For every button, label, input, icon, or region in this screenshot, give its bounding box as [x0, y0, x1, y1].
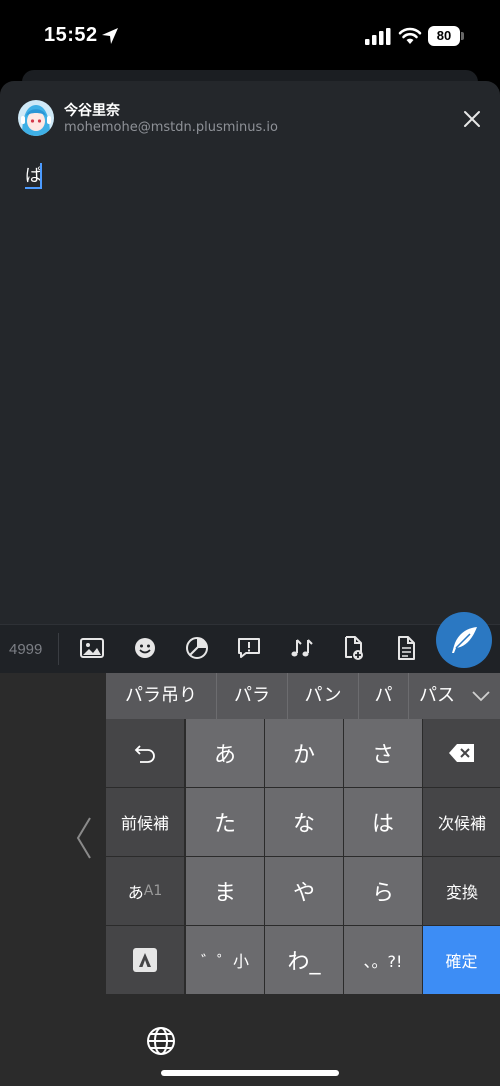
avatar[interactable] [18, 100, 54, 136]
chevron-down-icon[interactable] [462, 673, 500, 719]
kana-ma-key[interactable]: ま [186, 857, 264, 925]
chevron-left-icon[interactable] [70, 813, 98, 863]
kana-ra-key[interactable]: ら [344, 857, 422, 925]
dakuten-key[interactable]: ゛゜小 [186, 926, 264, 994]
add-file-icon[interactable] [340, 635, 366, 661]
kana-ya-key[interactable]: や [265, 857, 343, 925]
image-icon[interactable] [79, 635, 105, 661]
cellular-signal-icon [365, 28, 391, 45]
emoji-icon[interactable] [132, 635, 158, 661]
feather-icon [452, 627, 477, 653]
app-switch-key[interactable] [106, 926, 184, 994]
kana-sa-key[interactable]: さ [344, 719, 422, 787]
nsfw-icon[interactable] [184, 635, 210, 661]
candidate-item[interactable]: パラ [217, 673, 288, 719]
compose-sheet: 今谷里奈 mohemohe@mstdn.plusminus.io ぱ [0, 81, 500, 673]
delete-key[interactable] [423, 719, 500, 787]
prev-candidate-key[interactable]: 前候補 [106, 788, 184, 856]
kana-wa-key[interactable]: わ_ [265, 926, 343, 994]
music-icon[interactable] [289, 635, 315, 661]
poll-icon[interactable] [236, 635, 262, 661]
text-caret [40, 163, 42, 187]
input-mode-key[interactable]: あ A1 [106, 857, 184, 925]
convert-key[interactable]: 変換 [423, 857, 500, 925]
home-indicator[interactable] [161, 1070, 339, 1076]
undo-key[interactable] [106, 719, 184, 787]
kana-ha-key[interactable]: は [344, 788, 422, 856]
kana-a-key[interactable]: あ [186, 719, 264, 787]
candidate-item[interactable]: パス [409, 673, 465, 719]
status-bar: 15:52 80 [0, 0, 500, 72]
confirm-key[interactable]: 確定 [423, 926, 500, 994]
candidate-item[interactable]: パラ吊り [106, 673, 217, 719]
kana-ta-key[interactable]: た [186, 788, 264, 856]
app-logo-icon [133, 948, 157, 972]
status-time: 15:52 [44, 24, 98, 46]
draft-icon[interactable] [393, 635, 419, 661]
kana-na-key[interactable]: な [265, 788, 343, 856]
kana-ka-key[interactable]: か [265, 719, 343, 787]
globe-icon[interactable] [145, 1025, 177, 1057]
close-icon[interactable] [458, 105, 486, 133]
punctuation-key[interactable]: 、。?! [344, 926, 422, 994]
candidate-item[interactable]: パン [288, 673, 359, 719]
mode-kana-label: あ [127, 883, 144, 902]
account-handle: mohemohe@mstdn.plusminus.io [64, 120, 278, 135]
toolbar-divider [58, 633, 59, 665]
account-name: 今谷里奈 [64, 103, 120, 119]
candidate-bar: パラ吊り パラ パン パ パス [106, 673, 500, 719]
battery-icon: 80 [428, 26, 464, 46]
mode-alnum-label: A1 [143, 883, 163, 899]
undo-icon [134, 745, 155, 763]
next-candidate-key[interactable]: 次候補 [423, 788, 500, 856]
backspace-icon [449, 744, 474, 762]
wifi-icon [398, 27, 422, 44]
post-button[interactable] [436, 612, 492, 668]
location-arrow-icon [102, 28, 118, 44]
battery-level: 80 [428, 26, 460, 46]
keyboard: パラ吊り パラ パン パ パス あ か さ 前候補 た な は 次候補 あ A1 … [0, 673, 500, 1086]
compose-toolbar: 4999 [0, 624, 500, 673]
character-count: 4999 [9, 641, 43, 658]
candidate-item[interactable]: パ [359, 673, 409, 719]
